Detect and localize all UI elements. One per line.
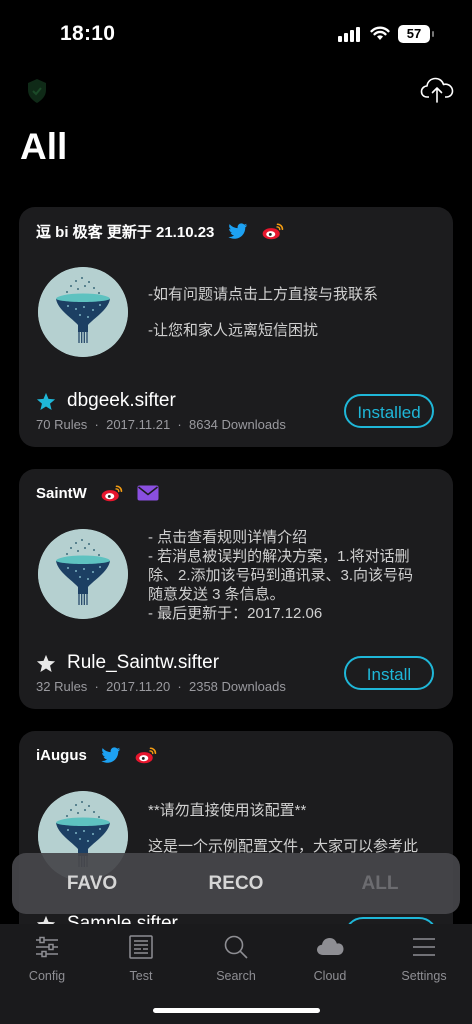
description-line: -如有问题请点击上方直接与我联系 bbox=[148, 286, 378, 303]
rule-description: **请勿直接使用该配置** 这是一个示例配置文件，大家可以参考此 bbox=[148, 801, 438, 856]
author-label: SaintW bbox=[36, 484, 87, 502]
description-line: - 点击查看规则详情介绍 bbox=[148, 529, 308, 546]
rule-meta: 32 Rules · 2017.11.20 · 2358 Downloads bbox=[36, 679, 286, 694]
weibo-icon[interactable] bbox=[101, 484, 123, 502]
description-line: 除、2.添加该号码到通讯录、3.向该号码 bbox=[148, 567, 414, 584]
rule-name: dbgeek.sifter bbox=[67, 390, 176, 411]
description-line: - 最后更新于：2017.12.06 bbox=[148, 605, 323, 622]
twitter-icon[interactable] bbox=[101, 746, 121, 764]
cloud-upload-icon[interactable] bbox=[420, 76, 454, 104]
segment-all[interactable]: ALL bbox=[320, 853, 440, 914]
rule-count: 70 Rules bbox=[36, 417, 88, 432]
install-button[interactable]: Install bbox=[344, 656, 434, 690]
star-filled-icon[interactable] bbox=[36, 392, 56, 411]
rule-description: - 点击查看规则详情介绍 - 若消息被误判的解决方案，1.将对话删 除、2.添加… bbox=[148, 528, 438, 623]
tab-label: Test bbox=[129, 969, 153, 983]
funnel-logo-icon bbox=[38, 267, 128, 357]
rule-count: 32 Rules bbox=[36, 679, 88, 694]
tab-label: Search bbox=[216, 969, 256, 983]
tab-label: Cloud bbox=[313, 969, 347, 983]
rule-date: 2017.11.21 bbox=[106, 417, 171, 432]
author-label: 逗 bi 极客 更新于 21.10.23 bbox=[36, 223, 215, 241]
card-header: iAugus bbox=[36, 744, 157, 766]
menu-icon bbox=[413, 938, 435, 956]
tab-test[interactable]: Test bbox=[101, 934, 181, 983]
shield-icon bbox=[28, 79, 46, 103]
rule-card[interactable]: SaintW - 点击查看规则详情介绍 - 若消息被误判的解决方案，1.将对话删… bbox=[19, 469, 453, 709]
search-icon bbox=[224, 935, 248, 959]
page-title: All bbox=[20, 126, 68, 167]
rule-card[interactable]: 逗 bi 极客 更新于 21.10.23 -如有问题请点击上方直接与我联系 -让… bbox=[19, 207, 453, 447]
description-line: -让您和家人远离短信困扰 bbox=[148, 322, 318, 339]
rule-date: 2017.11.20 bbox=[106, 679, 171, 694]
card-header: 逗 bi 极客 更新于 21.10.23 bbox=[36, 220, 284, 242]
wifi-icon bbox=[370, 26, 390, 40]
list-icon bbox=[129, 935, 153, 959]
download-count: 2358 Downloads bbox=[188, 679, 286, 694]
segment-favo[interactable]: FAVO bbox=[32, 853, 152, 914]
battery-indicator: 57 bbox=[398, 25, 434, 43]
star-icon[interactable] bbox=[36, 654, 56, 673]
mail-icon[interactable] bbox=[137, 485, 159, 501]
sliders-icon bbox=[36, 936, 58, 958]
card-header: SaintW bbox=[36, 482, 159, 504]
cellular-signal-icon bbox=[338, 27, 362, 42]
home-indicator[interactable] bbox=[153, 1008, 320, 1013]
twitter-icon[interactable] bbox=[228, 222, 248, 240]
cloud-icon bbox=[317, 938, 344, 955]
description-line: - 若消息被误判的解决方案，1.将对话删 bbox=[148, 548, 410, 565]
description-line: 随意发送 3 条信息。 bbox=[148, 586, 285, 603]
description-line: **请勿直接使用该配置** bbox=[148, 802, 307, 819]
tab-settings[interactable]: Settings bbox=[384, 934, 464, 983]
filter-segmented-control: FAVO RECO ALL bbox=[12, 853, 460, 914]
funnel-logo-icon bbox=[38, 529, 128, 619]
rule-name: Rule_Saintw.sifter bbox=[67, 652, 220, 673]
weibo-icon[interactable] bbox=[135, 746, 157, 764]
tab-search[interactable]: Search bbox=[196, 934, 276, 983]
segment-reco[interactable]: RECO bbox=[176, 853, 296, 914]
tab-cloud[interactable]: Cloud bbox=[290, 934, 370, 983]
status-bar: 18:10 57 bbox=[0, 0, 472, 62]
tab-label: Config bbox=[28, 969, 66, 983]
rule-description: -如有问题请点击上方直接与我联系 -让您和家人远离短信困扰 bbox=[148, 285, 438, 340]
weibo-icon[interactable] bbox=[262, 222, 284, 240]
author-label: iAugus bbox=[36, 746, 87, 764]
status-time: 18:10 bbox=[60, 22, 116, 45]
rule-meta: 70 Rules · 2017.11.21 · 8634 Downloads bbox=[36, 417, 286, 432]
tab-label: Settings bbox=[401, 969, 447, 983]
download-count: 8634 Downloads bbox=[188, 417, 286, 432]
tab-config[interactable]: Config bbox=[7, 934, 87, 983]
installed-button[interactable]: Installed bbox=[344, 394, 434, 428]
